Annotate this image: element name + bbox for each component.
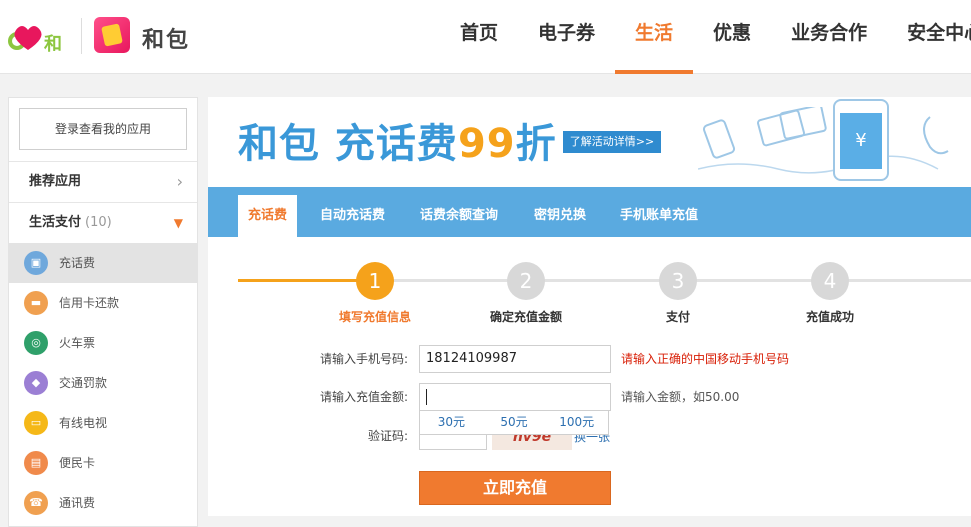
tab-auto-recharge[interactable]: 自动充话费 xyxy=(320,195,385,237)
tv-icon: ▭ xyxy=(24,411,48,435)
step-2-circle: 2 xyxy=(507,262,545,300)
banner-decoration-icon xyxy=(698,107,949,174)
sidebar-item-label: 通讯费 xyxy=(59,496,96,510)
sidebar-item-phone-bill[interactable]: ▣ 充话费 xyxy=(9,243,197,283)
progress-steps: 1 填写充值信息 2 确定充值金额 3 支付 4 充值成功 xyxy=(208,237,971,344)
phone-label: 请输入手机号码: xyxy=(319,352,408,366)
phone-icon: ☎ xyxy=(24,491,48,515)
sidebar-item-label: 信用卡还款 xyxy=(59,296,120,310)
service-tabs: 充话费 自动充话费 话费余额查询 密钥兑换 手机账单充值 xyxy=(208,187,971,237)
step-4-circle: 4 xyxy=(811,262,849,300)
tab-bill-recharge[interactable]: 手机账单充值 xyxy=(620,195,698,237)
tab-recharge[interactable]: 充话费 xyxy=(238,195,298,237)
sidebar-item-label: 充话费 xyxy=(59,256,96,270)
nav-offers[interactable]: 优惠 xyxy=(693,0,771,74)
card-icon: ▤ xyxy=(24,451,48,475)
nav-life[interactable]: 生活 xyxy=(615,0,694,74)
sidebar-item-credit-card[interactable]: ▬ 信用卡还款 xyxy=(9,283,197,323)
recommended-apps-label: 推荐应用 xyxy=(29,174,82,189)
nav-security[interactable]: 安全中心 xyxy=(887,0,971,74)
yuan-icon: ¥ xyxy=(840,113,882,169)
step-4-label: 充值成功 xyxy=(805,310,854,324)
sidebar-item-cable-tv[interactable]: ▭ 有线电视 xyxy=(9,403,197,443)
main-nav: 首页 电子券 生活 优惠 业务合作 安全中心 xyxy=(440,0,971,74)
tab-balance-query[interactable]: 话费余额查询 xyxy=(420,195,498,237)
sidebar-item-label: 火车票 xyxy=(59,336,96,350)
hebao-logo-icon[interactable] xyxy=(94,17,130,53)
phone-bill-icon: ▣ xyxy=(24,251,48,275)
banner-details-button[interactable]: 了解活动详情>> xyxy=(563,131,661,153)
chevron-down-icon: ▼ xyxy=(173,216,183,230)
amount-option-100[interactable]: 100元 xyxy=(545,411,608,434)
phone-illustration-icon: ¥ xyxy=(833,99,889,181)
captcha-label: 验证码: xyxy=(367,429,408,443)
credit-card-icon: ▬ xyxy=(24,291,48,315)
phone-error-message: 请输入正确的中国移动手机号码 xyxy=(621,352,790,366)
sidebar: 登录查看我的应用 推荐应用 › 生活支付 (10) ▼ ▣ 充话费 ▬ 信用卡还款… xyxy=(8,97,198,527)
sidebar-item-train[interactable]: ◎ 火车票 xyxy=(9,323,197,363)
step-3-circle: 3 xyxy=(659,262,697,300)
step-3-label: 支付 xyxy=(665,310,690,324)
svg-text:和: 和 xyxy=(44,34,62,54)
train-icon: ◎ xyxy=(24,331,48,355)
nav-business[interactable]: 业务合作 xyxy=(771,0,887,74)
site-header: 和 和包 首页 电子券 生活 优惠 业务合作 安全中心 xyxy=(0,0,971,74)
brand-name: 和包 xyxy=(142,28,191,53)
step-1-label: 填写充值信息 xyxy=(338,310,411,324)
banner-title: 和包 充话费99折 xyxy=(238,121,557,167)
and-logo-icon[interactable]: 和 xyxy=(8,20,70,54)
nav-coupons[interactable]: 电子券 xyxy=(518,0,615,74)
recharge-form: 请输入手机号码: 18124109987 请输入正确的中国移动手机号码 请输入充… xyxy=(208,344,971,516)
sidebar-item-convenience-card[interactable]: ▤ 便民卡 xyxy=(9,443,197,483)
step-2-label: 确定充值金额 xyxy=(489,310,562,324)
amount-label: 请输入充值金额: xyxy=(319,390,408,404)
submit-recharge-button[interactable]: 立即充值 xyxy=(419,471,611,505)
phone-input[interactable]: 18124109987 xyxy=(419,345,611,373)
life-payment[interactable]: 生活支付 (10) ▼ xyxy=(9,202,197,243)
car-icon: ◆ xyxy=(24,371,48,395)
amount-input[interactable] xyxy=(419,383,611,411)
recommended-apps[interactable]: 推荐应用 › xyxy=(9,161,197,202)
sidebar-item-label: 有线电视 xyxy=(59,416,108,430)
nav-home[interactable]: 首页 xyxy=(440,0,518,74)
text-cursor xyxy=(426,388,427,405)
amount-hint: 请输入金额，如50.00 xyxy=(621,390,740,404)
step-1-circle: 1 xyxy=(356,262,394,300)
amount-option-50[interactable]: 50元 xyxy=(483,411,546,434)
sidebar-item-label: 便民卡 xyxy=(59,456,96,470)
sidebar-item-label: 交通罚款 xyxy=(59,376,108,390)
chevron-right-icon: › xyxy=(176,172,183,191)
amount-options-dropdown: 30元 50元 100元 xyxy=(419,411,609,435)
login-button[interactable]: 登录查看我的应用 xyxy=(19,108,187,150)
promo-banner[interactable]: 和包 充话费99折 了解活动详情>> ¥ xyxy=(208,97,971,187)
life-payment-label: 生活支付 xyxy=(29,215,82,230)
life-payment-count: (10) xyxy=(85,215,112,230)
logo-divider xyxy=(81,18,82,54)
tab-key-redeem[interactable]: 密钥兑换 xyxy=(534,195,586,237)
sidebar-item-telecom[interactable]: ☎ 通讯费 xyxy=(9,483,197,523)
amount-option-30[interactable]: 30元 xyxy=(420,411,483,434)
sidebar-item-traffic-fine[interactable]: ◆ 交通罚款 xyxy=(9,363,197,403)
